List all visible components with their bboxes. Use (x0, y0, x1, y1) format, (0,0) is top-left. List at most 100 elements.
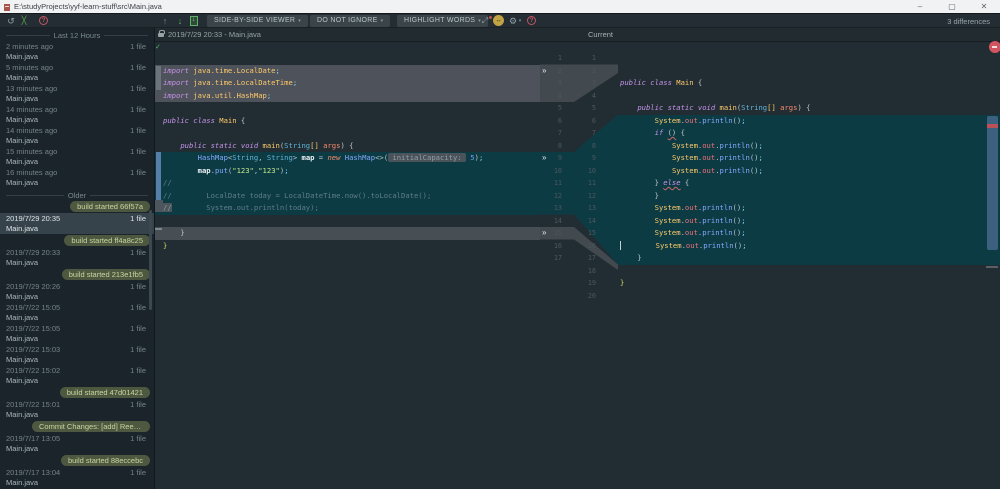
code-line (155, 102, 540, 115)
titlebar: E:\studyProjects\yyf-learn-stuff\src\Mai… (0, 0, 1000, 14)
history-entry[interactable]: 15 minutes ago1 fileMain.java (0, 146, 154, 167)
code-line: map.put("123","123"); (155, 165, 540, 178)
history-entry[interactable]: 2019/7/22 15:011 fileMain.java (0, 399, 154, 420)
code-line: public static void main(String[] args) { (618, 102, 1000, 115)
history-label-badge[interactable]: build started ff4a8c25 (64, 235, 150, 246)
code-line: if () { (618, 127, 1000, 140)
history-entry-time: 2019/7/17 13:05 (6, 434, 60, 444)
right-pane-title: Current (588, 28, 613, 42)
line-number: 1 (540, 52, 562, 65)
code-line: System.out.println(); (618, 240, 1000, 253)
line-number: 10 (540, 165, 562, 178)
next-difference-icon[interactable]: ↓ (175, 14, 185, 28)
ignore-policy-dropdown[interactable]: DO NOT IGNORE▾ (310, 15, 390, 27)
chevron-down-icon: ▾ (381, 18, 384, 24)
line-number: 11 (540, 177, 562, 190)
line-number: 19 (576, 277, 596, 290)
sidebar-scrollbar[interactable] (149, 210, 152, 310)
history-entry-count: 1 file (130, 147, 146, 157)
deleted-line-marker (155, 228, 162, 230)
apply-change-chevron[interactable]: » (542, 152, 552, 165)
history-label-badge[interactable]: build started 213e1fb5 (62, 269, 150, 280)
line-number: 16 (540, 240, 562, 253)
history-entry[interactable]: 5 minutes ago1 fileMain.java (0, 62, 154, 83)
history-entry[interactable]: 14 minutes ago1 fileMain.java (0, 125, 154, 146)
close-button[interactable]: ✕ (968, 0, 1000, 14)
line-number: 9 (576, 152, 596, 165)
line-number: 11 (576, 177, 596, 190)
highlight-mode-label: HIGHLIGHT WORDS (404, 17, 475, 24)
highlight-mode-dropdown[interactable]: HIGHLIGHT WORDS▾ (397, 15, 488, 27)
code-line: System.out.println(); (618, 140, 1000, 153)
history-entry-count: 1 file (130, 63, 146, 73)
history-entry[interactable]: 13 minutes ago1 fileMain.java (0, 83, 154, 104)
history-entry-count: 1 file (130, 282, 146, 292)
history-entry-count: 1 file (130, 248, 146, 258)
history-entry-time: 2 minutes ago (6, 42, 53, 52)
viewer-mode-label: SIDE-BY-SIDE VIEWER (214, 17, 295, 24)
history-entry-count: 1 file (130, 214, 146, 224)
rollback-icon[interactable]: ↺ (6, 14, 16, 28)
history-entry-time: 2019/7/22 15:03 (6, 345, 60, 355)
history-entry-time: 2019/7/29 20:35 (6, 214, 60, 224)
history-entry[interactable]: 2 minutes ago 1 fileMain.java (0, 41, 154, 62)
scrollbar-error-stripe[interactable] (987, 124, 998, 128)
code-line (155, 215, 540, 228)
history-entry-count: 1 file (130, 324, 146, 334)
minimize-button[interactable]: – (904, 0, 936, 14)
code-line: } (155, 240, 540, 253)
history-entry-time: 5 minutes ago (6, 63, 53, 73)
code-line: public static void main(String[] args) { (155, 140, 540, 153)
previous-difference-icon[interactable]: ↑ (160, 14, 170, 28)
history-entry-time: 2019/7/29 20:33 (6, 248, 60, 258)
help-icon[interactable]: ? (527, 16, 536, 25)
history-entry-count: 1 file (130, 168, 146, 178)
history-entry-count: 1 file (130, 434, 146, 444)
history-entry[interactable]: 2019/7/22 15:031 fileMain.java (0, 344, 154, 365)
code-line (618, 65, 1000, 78)
history-entry[interactable]: 2019/7/22 15:051 fileMain.java (0, 302, 154, 323)
line-number: 14 (540, 215, 562, 228)
history-entry[interactable]: 2019/7/22 15:051 fileMain.java (0, 323, 154, 344)
history-entry[interactable]: 2019/7/29 20:351 fileMain.java (0, 213, 154, 234)
code-line (618, 52, 1000, 65)
apply-change-chevron[interactable]: » (542, 65, 552, 78)
history-entry[interactable]: 2019/7/17 13:051 fileMain.java (0, 433, 154, 454)
line-number: 8 (540, 140, 562, 153)
history-entry-file: Main.java (6, 94, 146, 104)
history-entry-file: Main.java (6, 52, 146, 62)
jump-to-source-icon[interactable] (190, 16, 198, 26)
history-label-badge[interactable]: build started 88eccebc (61, 455, 150, 466)
help-icon[interactable]: ? (39, 16, 48, 25)
viewer-mode-dropdown[interactable]: SIDE-BY-SIDE VIEWER▾ (207, 15, 308, 27)
history-entry-file: Main.java (6, 355, 146, 365)
history-entry[interactable]: 14 minutes ago1 fileMain.java (0, 104, 154, 125)
history-entry[interactable]: 2019/7/17 13:041 fileMain.java (0, 467, 154, 488)
code-line: } (618, 277, 1000, 290)
apply-change-chevron[interactable]: » (542, 227, 552, 240)
right-scrollbar-thumb[interactable] (987, 116, 998, 250)
left-code-lines: import java.time.LocalDate;import java.t… (155, 42, 540, 265)
line-number: 6 (576, 115, 596, 128)
history-entry-count: 1 file (130, 42, 146, 52)
history-label-badge[interactable]: build started 66f57a (70, 201, 150, 212)
right-code-pane[interactable]: public class Main { public static void m… (618, 42, 1000, 489)
left-code-pane[interactable]: import java.time.LocalDate;import java.t… (155, 42, 540, 489)
history-entry-time: 15 minutes ago (6, 147, 57, 157)
history-entry[interactable]: 2019/7/29 20:331 fileMain.java (0, 247, 154, 268)
compare-icon[interactable]: ╳ (19, 14, 29, 28)
history-entry-count: 1 file (130, 303, 146, 313)
history-entry[interactable]: 2019/7/22 15:021 fileMain.java (0, 365, 154, 386)
history-entry[interactable]: 16 minutes ago1 fileMain.java (0, 167, 154, 188)
history-entry[interactable]: 2019/7/29 20:261 fileMain.java (0, 281, 154, 302)
history-label-badge[interactable]: Commit Changes: [add] ReentrantR... (32, 421, 150, 432)
maximize-button[interactable]: ▢ (936, 0, 968, 14)
inspection-error-badge[interactable] (989, 41, 1000, 53)
history-label-badge[interactable]: build started 47d01421 (60, 387, 150, 398)
history-entry-time: 13 minutes ago (6, 84, 57, 94)
sync-scrolling-icon[interactable]: ↔ (493, 15, 504, 26)
code-line: } else { (618, 177, 1000, 190)
code-line: // LocalDate today = LocalDateTime.now()… (155, 190, 540, 203)
code-line: System.out.println(); (618, 202, 1000, 215)
lock-icon (158, 33, 164, 37)
